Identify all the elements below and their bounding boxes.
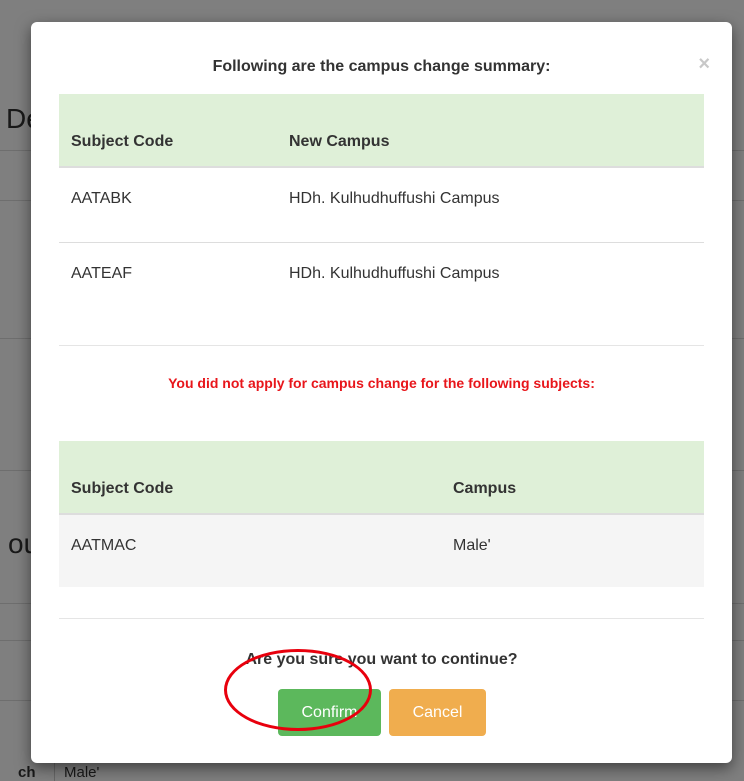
column-header-new-campus: New Campus xyxy=(277,94,704,168)
column-header-subject-code: Subject Code xyxy=(59,94,277,168)
confirmation-question: Are you sure you want to continue? xyxy=(245,651,518,668)
section-divider xyxy=(59,345,704,346)
cell-subject-code: AATABK xyxy=(71,190,132,207)
applied-campus-change-table: Subject Code New Campus AATABK HDh. Kulh… xyxy=(59,94,704,317)
cell-new-campus: HDh. Kulhudhuffushi Campus xyxy=(289,190,500,207)
cancel-button[interactable]: Cancel xyxy=(389,689,486,736)
not-applied-warning: You did not apply for campus change for … xyxy=(168,375,595,391)
footer-divider xyxy=(59,618,704,619)
close-icon[interactable]: × xyxy=(698,54,710,74)
cell-campus: Male' xyxy=(441,514,704,587)
campus-change-summary-modal: Following are the campus change summary:… xyxy=(31,22,732,763)
table-row: AATEAF HDh. Kulhudhuffushi Campus xyxy=(59,241,704,317)
cell-new-campus: HDh. Kulhudhuffushi Campus xyxy=(277,241,704,317)
table-row: AATABK HDh. Kulhudhuffushi Campus xyxy=(59,167,704,242)
table-header-row: Subject Code New Campus xyxy=(59,94,704,168)
modal-title: Following are the campus change summary: xyxy=(212,58,551,75)
cell-subject-code: AATEAF xyxy=(59,241,277,317)
column-header-subject-code: Subject Code xyxy=(59,441,441,515)
table-row: AATMAC Male' xyxy=(59,514,704,587)
cell-subject-code: AATMAC xyxy=(59,514,441,587)
not-applied-subjects-table: Subject Code Campus AATMAC Male' xyxy=(59,441,704,587)
column-header-campus: Campus xyxy=(441,441,704,515)
table-header-row: Subject Code Campus xyxy=(59,441,704,515)
confirm-button[interactable]: Confirm xyxy=(278,689,381,736)
